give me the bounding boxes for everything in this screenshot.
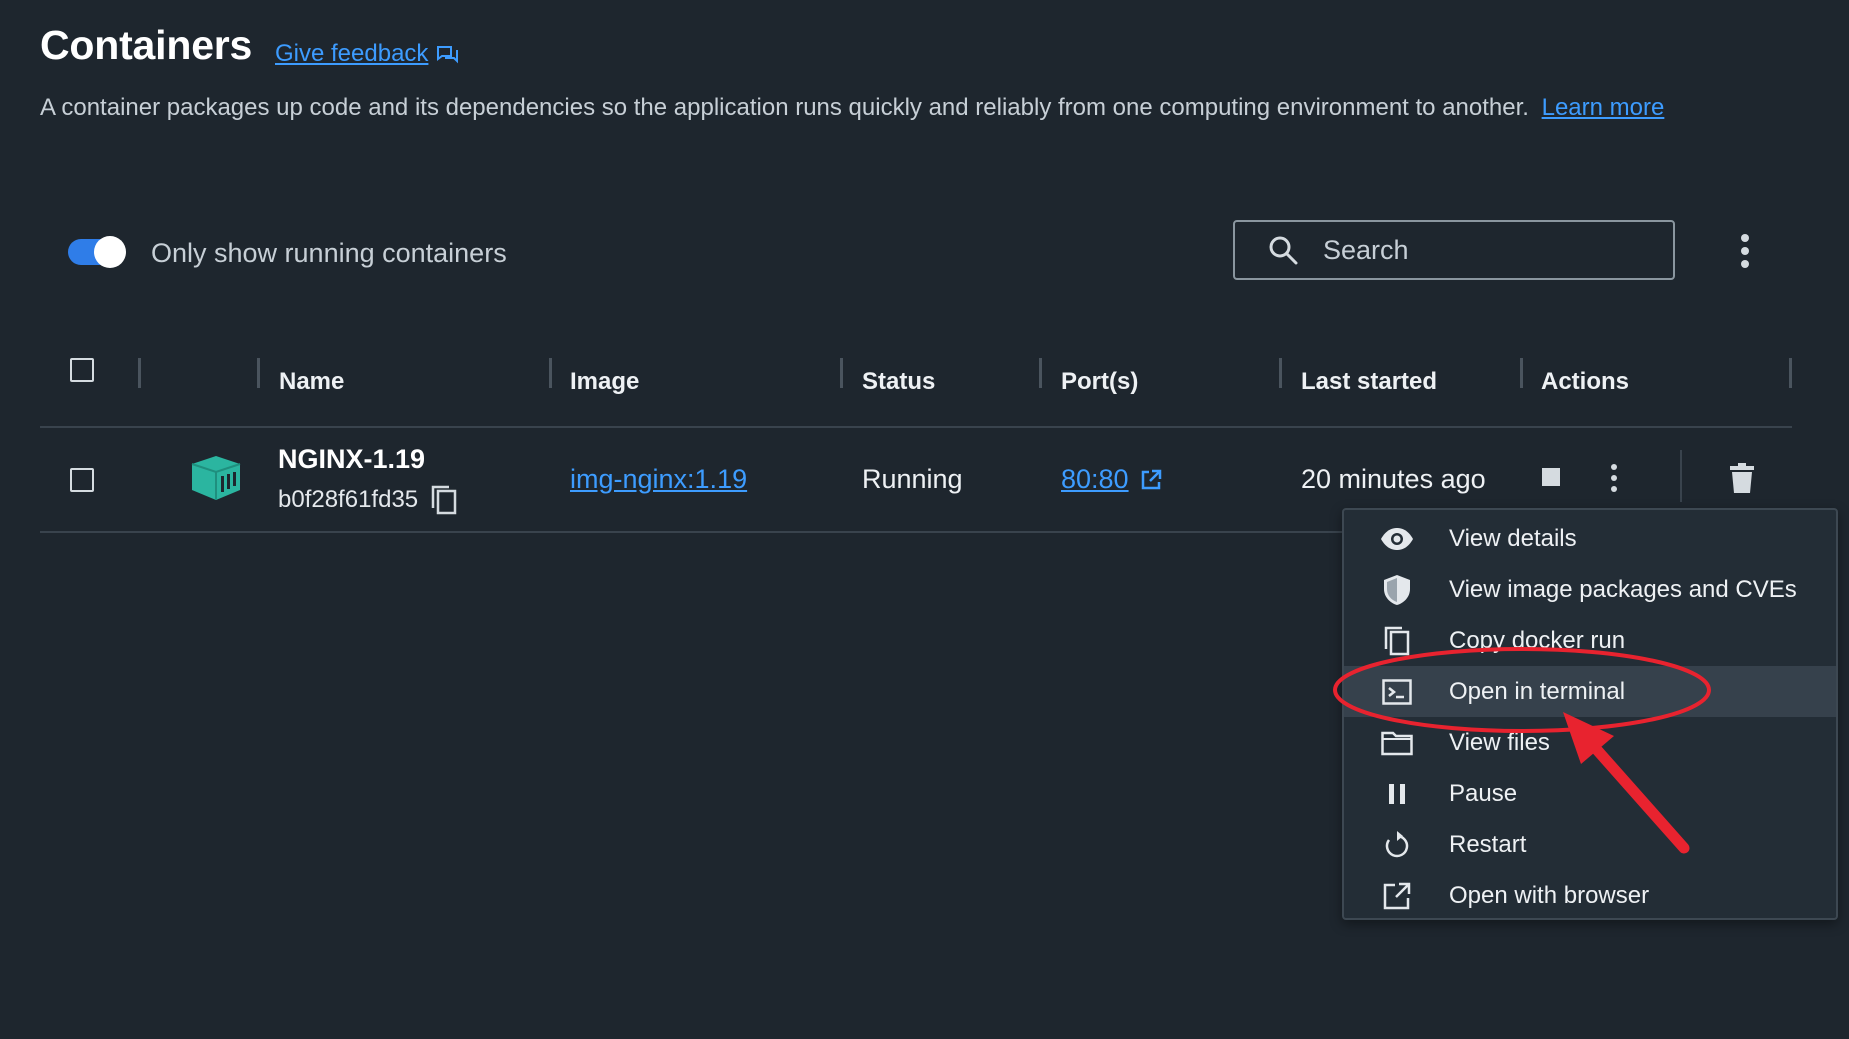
menu-item-label: Open in terminal [1449, 677, 1626, 705]
column-header-status[interactable]: Status [862, 368, 935, 396]
running-only-label: Only show running containers [151, 238, 507, 268]
row-checkbox[interactable] [70, 468, 94, 492]
container-actions-menu: View details View image packages and CVE… [1342, 508, 1838, 920]
external-link-icon [1377, 880, 1417, 912]
trash-icon[interactable] [1730, 463, 1754, 498]
learn-more-link[interactable]: Learn more [1542, 94, 1665, 121]
container-port-link[interactable]: 80:80 [1061, 464, 1163, 495]
give-feedback-link[interactable]: Give feedback [275, 40, 459, 68]
toggle-knob [94, 236, 126, 268]
menu-item-label: Copy docker run [1449, 626, 1626, 654]
copy-icon[interactable] [430, 484, 458, 516]
feedback-icon [437, 46, 459, 64]
container-status: Running [862, 464, 963, 494]
menu-item-restart[interactable]: Restart [1344, 819, 1836, 870]
column-divider [1039, 358, 1042, 388]
column-divider [549, 358, 552, 388]
column-header-last-started[interactable]: Last started [1301, 368, 1437, 396]
search-box[interactable] [1233, 220, 1675, 280]
container-id-text: b0f28f61fd35 [278, 486, 419, 513]
restart-icon [1377, 829, 1417, 861]
select-all-checkbox[interactable] [70, 358, 94, 382]
eye-icon [1377, 523, 1417, 555]
search-input[interactable] [1321, 233, 1665, 267]
column-header-image[interactable]: Image [570, 368, 639, 396]
column-header-name[interactable]: Name [279, 368, 344, 396]
external-link-icon [1141, 469, 1161, 489]
stop-icon[interactable] [1542, 468, 1560, 486]
container-image-link[interactable]: img-nginx:1.19 [570, 464, 747, 495]
menu-item-label: View image packages and CVEs [1449, 575, 1797, 603]
menu-item-view-details[interactable]: View details [1344, 513, 1836, 564]
column-divider [1789, 358, 1792, 388]
menu-item-view-files[interactable]: View files [1344, 717, 1836, 768]
column-divider [257, 358, 260, 388]
table-header: Name Image Status Port(s) Last started A… [40, 350, 1792, 428]
pause-icon [1377, 778, 1417, 810]
menu-item-view-image-packages[interactable]: View image packages and CVEs [1344, 564, 1836, 615]
give-feedback-label: Give feedback [275, 40, 429, 67]
column-divider [1520, 358, 1523, 388]
menu-item-label: Open with browser [1449, 881, 1650, 909]
container-last-started: 20 minutes ago [1301, 464, 1486, 494]
menu-item-label: Restart [1449, 830, 1527, 858]
more-options-icon[interactable] [1740, 234, 1750, 273]
menu-item-copy-docker-run[interactable]: Copy docker run [1344, 615, 1836, 666]
containers-page: Containers Give feedback A container pac… [0, 0, 1849, 1039]
row-more-options-icon[interactable] [1610, 464, 1618, 497]
menu-item-open-with-browser[interactable]: Open with browser [1344, 870, 1836, 921]
container-name[interactable]: NGINX-1.19 [278, 444, 425, 475]
column-divider [1279, 358, 1282, 388]
menu-item-pause[interactable]: Pause [1344, 768, 1836, 819]
menu-item-label: View details [1449, 524, 1577, 552]
search-icon [1269, 236, 1298, 265]
column-divider [840, 358, 843, 388]
shield-icon [1377, 574, 1417, 606]
page-description: A container packages up code and its dep… [40, 94, 1664, 122]
terminal-icon [1377, 676, 1417, 708]
description-text: A container packages up code and its dep… [40, 94, 1529, 121]
action-divider [1680, 450, 1682, 502]
menu-item-open-in-terminal[interactable]: Open in terminal [1344, 666, 1836, 717]
container-icon [191, 456, 241, 500]
folder-icon [1377, 727, 1417, 759]
column-header-ports[interactable]: Port(s) [1061, 368, 1138, 396]
column-header-actions: Actions [1541, 368, 1630, 395]
menu-item-label: Pause [1449, 779, 1518, 807]
container-id: b0f28f61fd35 [278, 484, 458, 516]
column-divider [138, 358, 141, 388]
page-title: Containers [40, 22, 253, 68]
port-text: 80:80 [1061, 464, 1129, 494]
menu-item-label: View files [1449, 728, 1550, 756]
copy-icon [1377, 625, 1417, 657]
running-only-toggle[interactable] [68, 236, 126, 268]
